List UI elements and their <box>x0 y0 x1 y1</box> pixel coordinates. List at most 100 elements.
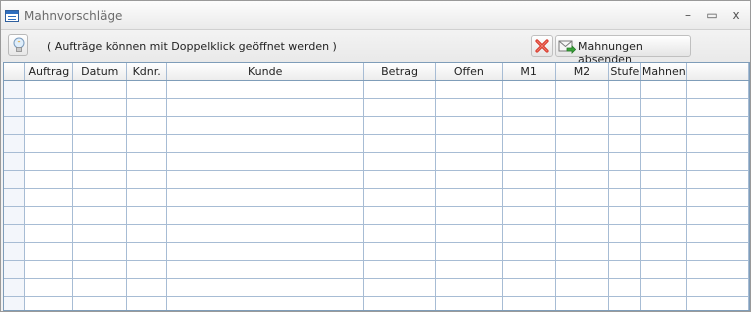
table-cell[interactable] <box>72 170 128 189</box>
table-cell[interactable] <box>72 224 128 243</box>
table-cell[interactable] <box>686 224 749 243</box>
table-row[interactable] <box>4 98 749 117</box>
table-cell[interactable] <box>166 224 365 243</box>
table-row[interactable] <box>4 224 749 243</box>
table-cell[interactable] <box>686 242 749 261</box>
table-cell[interactable] <box>608 80 642 99</box>
table-cell[interactable] <box>126 278 168 297</box>
table-cell[interactable] <box>24 278 74 297</box>
table-cell[interactable] <box>608 116 642 135</box>
table-cell[interactable] <box>608 134 642 153</box>
table-cell[interactable] <box>166 278 365 297</box>
delete-button[interactable] <box>531 35 553 57</box>
table-cell[interactable] <box>555 260 610 279</box>
table-cell[interactable] <box>363 116 436 135</box>
title-bar[interactable]: Mahnvorschläge – ▭ x <box>1 1 750 30</box>
table-cell[interactable] <box>435 170 503 189</box>
table-cell[interactable] <box>555 80 610 99</box>
table-cell[interactable] <box>686 296 749 310</box>
table-cell[interactable] <box>363 152 436 171</box>
table-cell[interactable] <box>126 170 168 189</box>
column-header-m1[interactable]: M1 <box>502 63 556 81</box>
row-selector-cell[interactable] <box>4 134 26 153</box>
table-cell[interactable] <box>502 278 556 297</box>
table-row[interactable] <box>4 206 749 225</box>
table-cell[interactable] <box>166 188 365 207</box>
table-cell[interactable] <box>640 134 688 153</box>
table-cell[interactable] <box>640 170 688 189</box>
table-cell[interactable] <box>363 98 436 117</box>
table-cell[interactable] <box>72 116 128 135</box>
table-cell[interactable] <box>640 116 688 135</box>
table-row[interactable] <box>4 152 749 171</box>
table-cell[interactable] <box>72 278 128 297</box>
close-button[interactable]: x <box>728 7 744 23</box>
table-cell[interactable] <box>686 134 749 153</box>
table-cell[interactable] <box>555 170 610 189</box>
table-cell[interactable] <box>435 80 503 99</box>
table-cell[interactable] <box>640 260 688 279</box>
table-cell[interactable] <box>24 260 74 279</box>
table-cell[interactable] <box>166 134 365 153</box>
row-selector-cell[interactable] <box>4 80 26 99</box>
table-cell[interactable] <box>126 188 168 207</box>
column-header-datum[interactable]: Datum <box>72 63 128 81</box>
table-cell[interactable] <box>555 224 610 243</box>
table-cell[interactable] <box>72 188 128 207</box>
table-cell[interactable] <box>24 80 74 99</box>
table-cell[interactable] <box>502 116 556 135</box>
table-cell[interactable] <box>502 224 556 243</box>
table-cell[interactable] <box>502 80 556 99</box>
table-row[interactable] <box>4 296 749 310</box>
row-selector-cell[interactable] <box>4 242 26 261</box>
table-cell[interactable] <box>72 206 128 225</box>
table-cell[interactable] <box>435 224 503 243</box>
table-cell[interactable] <box>126 98 168 117</box>
table-cell[interactable] <box>166 80 365 99</box>
table-cell[interactable] <box>363 278 436 297</box>
table-cell[interactable] <box>555 134 610 153</box>
table-cell[interactable] <box>363 206 436 225</box>
table-cell[interactable] <box>640 242 688 261</box>
send-reminders-button[interactable]: Mahnungen absenden <box>555 35 691 66</box>
table-cell[interactable] <box>502 260 556 279</box>
table-cell[interactable] <box>72 80 128 99</box>
table-cell[interactable] <box>363 170 436 189</box>
table-cell[interactable] <box>126 296 168 310</box>
column-header-offen[interactable]: Offen <box>435 63 503 81</box>
table-cell[interactable] <box>686 260 749 279</box>
table-cell[interactable] <box>24 224 74 243</box>
table-cell[interactable] <box>126 206 168 225</box>
table-cell[interactable] <box>640 224 688 243</box>
table-cell[interactable] <box>435 260 503 279</box>
table-row[interactable] <box>4 170 749 189</box>
table-cell[interactable] <box>435 134 503 153</box>
table-cell[interactable] <box>640 98 688 117</box>
table-cell[interactable] <box>435 278 503 297</box>
table-cell[interactable] <box>126 116 168 135</box>
table-cell[interactable] <box>502 152 556 171</box>
table-cell[interactable] <box>608 224 642 243</box>
row-selector-cell[interactable] <box>4 170 26 189</box>
row-selector-cell[interactable] <box>4 260 26 279</box>
table-cell[interactable] <box>24 98 74 117</box>
table-cell[interactable] <box>502 98 556 117</box>
table-cell[interactable] <box>24 296 74 310</box>
table-cell[interactable] <box>640 152 688 171</box>
table-cell[interactable] <box>24 206 74 225</box>
row-selector-cell[interactable] <box>4 152 26 171</box>
table-cell[interactable] <box>126 152 168 171</box>
table-cell[interactable] <box>555 296 610 310</box>
row-selector-cell[interactable] <box>4 296 26 310</box>
table-cell[interactable] <box>502 242 556 261</box>
table-cell[interactable] <box>24 188 74 207</box>
table-cell[interactable] <box>608 260 642 279</box>
column-header-betrag[interactable]: Betrag <box>363 63 436 81</box>
table-cell[interactable] <box>640 278 688 297</box>
table-row[interactable] <box>4 188 749 207</box>
table-cell[interactable] <box>72 152 128 171</box>
table-cell[interactable] <box>502 170 556 189</box>
table-row[interactable] <box>4 260 749 279</box>
table-row[interactable] <box>4 116 749 135</box>
column-header-kdnr[interactable]: Kdnr. <box>126 63 168 81</box>
